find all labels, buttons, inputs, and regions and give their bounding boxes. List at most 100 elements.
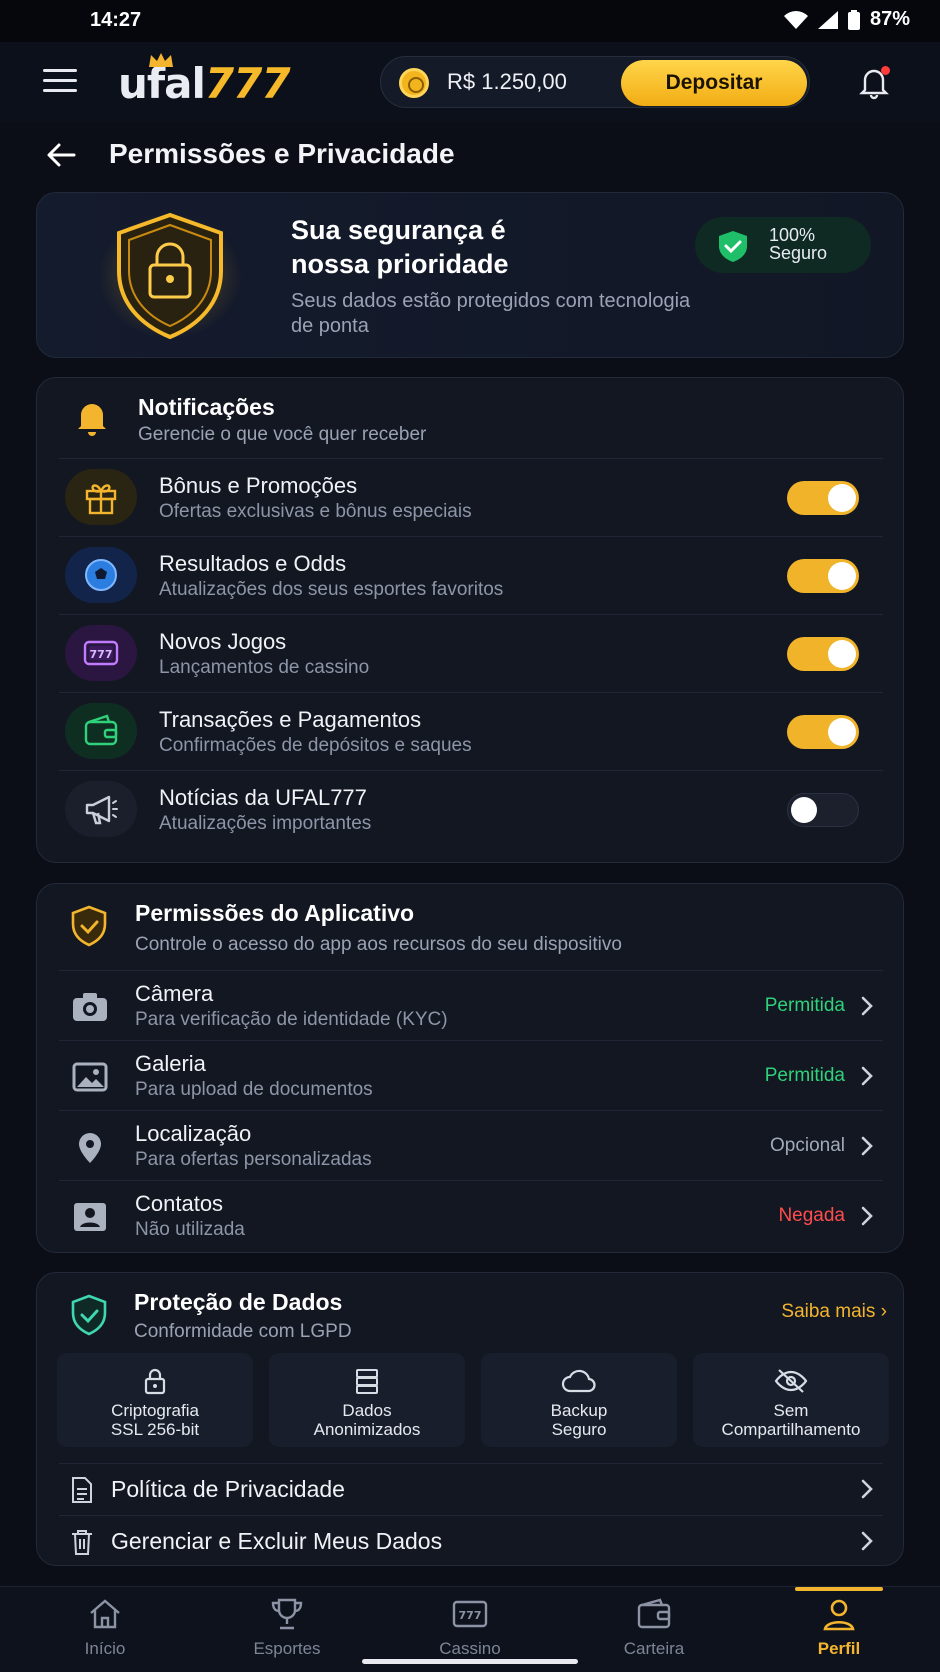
contacts-icon [74, 1203, 106, 1231]
notification-title: Resultados e Odds [159, 551, 347, 576]
feature-tile-backup: Backup Seguro [481, 1353, 677, 1447]
notification-subtitle: Lançamentos de cassino [159, 657, 370, 678]
feature-tile-no-sharing: Sem Compartilhamento [693, 1353, 889, 1447]
permission-status: Opcional [770, 1135, 845, 1156]
data-protection-subtitle: Conformidade com LGPD [134, 1321, 352, 1342]
games-toggle[interactable] [787, 637, 859, 671]
protection-features: Criptografia SSL 256-bit Dados Anonimizado… [57, 1353, 889, 1447]
chevron-right-icon [861, 1479, 873, 1499]
crown-icon [149, 53, 173, 67]
hero-subtitle: Seus dados estão protegidos com tecnolog… [291, 290, 691, 337]
notifications-header: Notificações Gerencie o que você quer re… [37, 378, 903, 460]
user-icon [823, 1599, 855, 1631]
learn-more-link[interactable]: Saiba mais › [781, 1301, 887, 1323]
wifi-icon [783, 10, 808, 29]
trash-icon [72, 1530, 92, 1555]
privacy-policy-link[interactable]: Política de Privacidade [59, 1463, 883, 1515]
notification-row-results[interactable]: Resultados e Odds Atualizações dos seus … [59, 536, 883, 614]
tab-perfil[interactable]: Perfil [745, 1587, 933, 1672]
permission-subtitle: Para ofertas personalizadas [135, 1149, 372, 1170]
secure-label: Seguro [769, 243, 828, 263]
deposit-button[interactable]: Depositar [621, 60, 807, 106]
permission-subtitle: Para verificação de identidade (KYC) [135, 1009, 448, 1030]
server-icon [356, 1369, 378, 1394]
back-arrow-icon[interactable] [44, 138, 78, 172]
title-bar: Permissões e Privacidade [0, 122, 940, 188]
trophy-icon [271, 1598, 303, 1630]
transactions-toggle[interactable] [787, 715, 859, 749]
privacy-policy-label: Política de Privacidade [111, 1476, 345, 1502]
cloud-icon [561, 1369, 596, 1393]
app-logo[interactable]: ufal 777 [118, 53, 291, 108]
battery-level: 87% [869, 8, 910, 30]
data-protection-header: Proteção de Dados Conformidade com LGPD … [37, 1273, 903, 1355]
svg-text:777: 777 [459, 1609, 482, 1622]
data-protection-card: Proteção de Dados Conformidade com LGPD … [36, 1272, 904, 1566]
manage-data-label: Gerenciar e Excluir Meus Dados [111, 1528, 443, 1554]
shield-lock-icon [98, 212, 242, 340]
feature-tile-anonymized: Dados Anonimizados [269, 1353, 465, 1447]
tab-inicio[interactable]: Início [11, 1587, 199, 1672]
bonus-toggle[interactable] [787, 481, 859, 515]
page-title: Permissões e Privacidade [109, 138, 455, 169]
wallet-icon [65, 703, 137, 759]
camera-icon [73, 993, 107, 1021]
permissions-header: Permissões do Aplicativo Controle o aces… [37, 884, 903, 966]
document-icon [72, 1477, 92, 1503]
location-icon [79, 1133, 101, 1163]
security-hero-card: Sua segurança é nossa prioridade Seus da… [36, 192, 904, 358]
permission-title: Galeria [135, 1051, 206, 1076]
permission-title: Câmera [135, 981, 214, 1006]
chevron-right-icon [861, 1136, 873, 1156]
home-indicator [362, 1659, 578, 1664]
shield-icon [71, 905, 107, 947]
manage-data-link[interactable]: Gerenciar e Excluir Meus Dados [59, 1515, 883, 1567]
bell-icon [78, 404, 106, 436]
notification-title: Novos Jogos [159, 629, 287, 654]
data-protection-title: Proteção de Dados [134, 1289, 343, 1315]
notifications-card: Notificações Gerencie o que você quer re… [36, 377, 904, 863]
notification-subtitle: Atualizações dos seus esportes favoritos [159, 579, 504, 600]
notification-row-news[interactable]: Notícias da UFAL777 Atualizações importa… [59, 770, 883, 848]
coin-icon [399, 68, 429, 98]
notification-title: Notícias da UFAL777 [159, 785, 367, 810]
results-toggle[interactable] [787, 559, 859, 593]
notifications-bell-icon[interactable] [856, 64, 892, 100]
eye-off-icon [774, 1369, 808, 1393]
wallet-icon [637, 1598, 671, 1629]
chevron-right-icon [861, 1531, 873, 1551]
app-permissions-card: Permissões do Aplicativo Controle o aces… [36, 883, 904, 1253]
permission-status: Negada [778, 1205, 845, 1226]
chevron-right-icon [861, 1206, 873, 1226]
hero-title: Sua segurança é nossa prioridade [291, 215, 509, 279]
tab-carteira[interactable]: Carteira [560, 1587, 748, 1672]
balance-amount: R$ 1.250,00 [447, 69, 567, 94]
status-time: 14:27 [90, 9, 142, 31]
app-header: ufal 777 R$ 1.250,00 Depositar [0, 42, 940, 122]
permission-title: Contatos [135, 1191, 224, 1216]
shield-check-icon [71, 1294, 107, 1336]
chevron-right-icon [861, 996, 873, 1016]
permission-row-camera[interactable]: Câmera Para verificação de identidade (K… [59, 970, 883, 1040]
news-toggle[interactable] [787, 793, 859, 827]
tab-esportes[interactable]: Esportes [193, 1587, 381, 1672]
notification-row-games[interactable]: 777 Novos Jogos Lançamentos de cassino [59, 614, 883, 692]
slot-icon: 777 [452, 1600, 488, 1628]
permission-status: Permitida [764, 995, 845, 1016]
lock-icon [144, 1368, 166, 1395]
balance-pill[interactable]: R$ 1.250,00 Depositar [380, 56, 810, 108]
notification-subtitle: Ofertas exclusivas e bônus especiais [159, 501, 472, 522]
notification-row-transactions[interactable]: Transações e Pagamentos Confirmações de … [59, 692, 883, 770]
permission-row-gallery[interactable]: Galeria Para upload de documentos Permit… [59, 1040, 883, 1110]
notification-row-bonus[interactable]: Bônus e Promoções Ofertas exclusivas e b… [59, 458, 883, 536]
status-bar: 14:27 87% [0, 0, 940, 42]
notification-dot [881, 66, 890, 75]
permissions-subtitle: Controle o acesso do app aos recursos do… [135, 934, 622, 955]
chevron-right-icon [861, 1066, 873, 1086]
notifications-subtitle: Gerencie o que você quer receber [138, 424, 427, 445]
permission-row-location[interactable]: Localização Para ofertas personalizadas … [59, 1110, 883, 1180]
permission-row-contacts[interactable]: Contatos Não utilizada Negada [59, 1180, 883, 1250]
notification-subtitle: Confirmações de depósitos e saques [159, 735, 472, 756]
menu-icon[interactable] [43, 69, 77, 93]
permission-title: Localização [135, 1121, 252, 1146]
